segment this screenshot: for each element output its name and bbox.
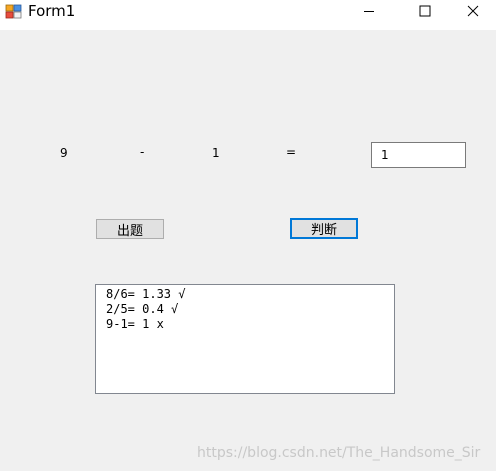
result-item[interactable]: 2/5= 0.4 √ bbox=[106, 302, 384, 317]
operator-label: - bbox=[140, 145, 145, 159]
results-listbox[interactable]: 8/6= 1.33 √ 2/5= 0.4 √ 9-1= 1 x bbox=[95, 284, 395, 394]
minimize-icon bbox=[364, 11, 374, 12]
result-item[interactable]: 8/6= 1.33 √ bbox=[106, 287, 384, 302]
operand1-label: 9 bbox=[60, 146, 68, 160]
result-item[interactable]: 9-1= 1 x bbox=[106, 317, 384, 332]
title-bar[interactable]: Form1 bbox=[0, 0, 496, 30]
maximize-icon bbox=[419, 5, 431, 17]
operand2-label: 1 bbox=[212, 146, 220, 160]
answer-input[interactable] bbox=[371, 142, 466, 168]
watermark: https://blog.csdn.net/The_Handsome_Sir bbox=[197, 445, 481, 461]
equals-label: = bbox=[286, 145, 297, 159]
close-button[interactable] bbox=[450, 0, 496, 22]
close-icon bbox=[467, 5, 479, 17]
judge-button[interactable]: 判断 bbox=[290, 218, 358, 239]
generate-question-button[interactable]: 出题 bbox=[96, 219, 164, 239]
window-title: Form1 bbox=[28, 2, 76, 20]
maximize-button[interactable] bbox=[402, 0, 448, 22]
minimize-button[interactable] bbox=[346, 0, 392, 22]
app-icon[interactable] bbox=[5, 3, 23, 21]
